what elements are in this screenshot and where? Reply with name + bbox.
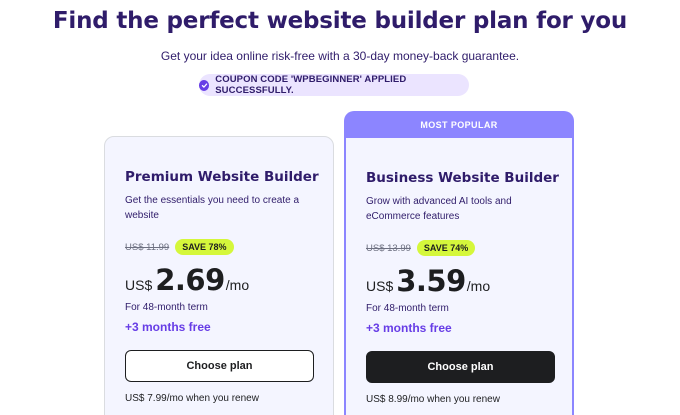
plan-name: Premium Website Builder: [125, 169, 319, 185]
plan-bonus: +3 months free: [366, 321, 452, 335]
discount-row: US$ 13.99 SAVE 74%: [366, 240, 476, 256]
plan-price: US$ 2.69 /mo: [125, 263, 249, 297]
original-price: US$ 13.99: [366, 242, 411, 254]
plan-description: Grow with advanced AI tools and eCommerc…: [366, 196, 512, 222]
price-period: /mo: [466, 278, 491, 294]
price-amount: 3.59: [396, 264, 466, 298]
plan-term: For 48-month term: [366, 303, 449, 314]
choose-plan-button-premium[interactable]: Choose plan: [125, 350, 314, 382]
plan-price: US$ 3.59 /mo: [366, 264, 490, 298]
plan-card-premium: Premium Website Builder Get the essentia…: [104, 136, 334, 415]
coupon-applied-banner: COUPON CODE 'WPBEGINNER' APPLIED SUCCESS…: [199, 74, 469, 96]
price-amount: 2.69: [155, 263, 225, 297]
save-badge: SAVE 74%: [416, 240, 476, 256]
plan-name: Business Website Builder: [366, 170, 559, 186]
check-circle-icon: [199, 79, 210, 91]
price-currency: US$: [366, 278, 394, 294]
discount-row: US$ 11.99 SAVE 78%: [125, 239, 234, 255]
renewal-price: US$ 8.99/mo when you renew: [366, 394, 500, 405]
renewal-price: US$ 7.99/mo when you renew: [125, 393, 259, 404]
original-price: US$ 11.99: [125, 241, 170, 253]
plan-term: For 48-month term: [125, 302, 208, 313]
price-period: /mo: [225, 277, 250, 293]
most-popular-badge: MOST POPULAR: [344, 111, 574, 139]
save-badge: SAVE 78%: [175, 239, 234, 255]
plan-bonus: +3 months free: [125, 320, 211, 334]
page-subtitle: Get your idea online risk-free with a 30…: [160, 49, 520, 63]
price-currency: US$: [125, 277, 153, 293]
coupon-text: COUPON CODE 'WPBEGINNER' APPLIED SUCCESS…: [215, 74, 407, 96]
page-title: Find the perfect website builder plan fo…: [52, 8, 628, 34]
choose-plan-button-business[interactable]: Choose plan: [366, 351, 555, 383]
plan-card-business: Business Website Builder Grow with advan…: [344, 138, 574, 415]
plan-description: Get the essentials you need to create a …: [125, 195, 299, 221]
